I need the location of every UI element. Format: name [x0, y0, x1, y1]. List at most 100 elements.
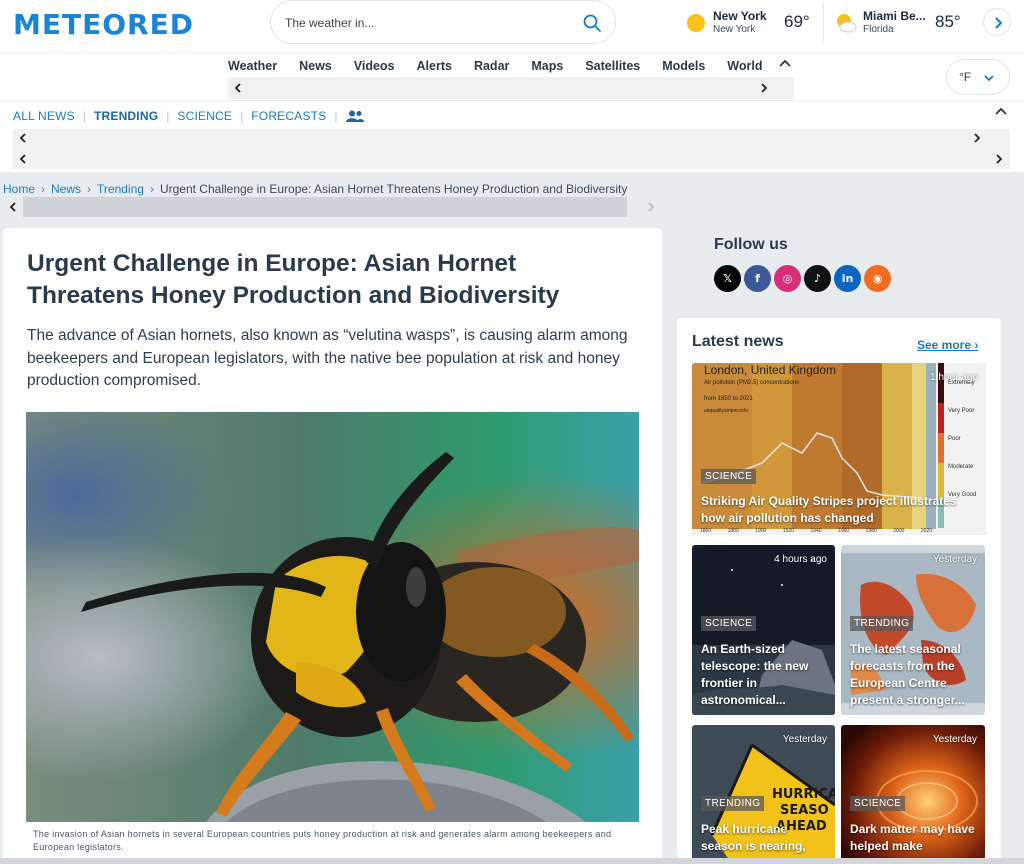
year-tick-label: 1920 — [782, 528, 794, 534]
chevron-left-icon[interactable] — [232, 82, 244, 94]
chevron-right-icon — [995, 17, 1003, 29]
facebook-icon[interactable]: f — [744, 265, 771, 292]
legend-item: Moderate — [948, 464, 974, 470]
sun-icon — [687, 14, 705, 32]
chevron-left-icon[interactable] — [17, 153, 29, 165]
location-city: New York — [713, 9, 767, 23]
location-city: Miami Be... — [863, 9, 926, 23]
chart-range: from 1850 to 2021 — [704, 396, 753, 402]
subnav-separator: | — [240, 109, 244, 123]
location-region: New York — [713, 24, 756, 35]
breadcrumb: Home › News › Trending › Urgent Challenge in E… — [3, 182, 657, 196]
breadcrumb-trending[interactable]: Trending — [97, 182, 144, 196]
legend-item: Very Poor — [948, 408, 975, 414]
instagram-icon[interactable]: ◎ — [774, 265, 801, 292]
breadcrumb-home[interactable]: Home — [3, 182, 35, 196]
year-tick-label: 1940 — [810, 528, 822, 534]
subnav-separator: | — [166, 109, 170, 123]
chevron-down-icon — [984, 75, 994, 82]
article-title: Urgent Challenge in Europe: Asian Hornet… — [27, 250, 560, 309]
locations-next-button[interactable] — [983, 8, 1011, 36]
article-lead: The advance of Asian hornets, also known… — [27, 327, 628, 389]
image-caption: The invasion of Asian hornets in several… — [33, 829, 612, 852]
chart-source: airqualitystripes.info — [704, 408, 749, 414]
chevron-right-icon[interactable] — [971, 132, 983, 144]
news-card[interactable]: 4 hours ago SCIENCE An Earth-sized teles… — [692, 545, 835, 715]
subnav-link-science[interactable]: SCIENCE — [177, 109, 232, 123]
chevron-right-icon[interactable] — [758, 82, 770, 94]
nav-item-weather[interactable]: Weather — [228, 59, 277, 73]
chart-subtitle: Air pollution (PM2.5) concentrations — [704, 380, 800, 386]
nav-item-models[interactable]: Models — [662, 59, 705, 73]
nav-item-alerts[interactable]: Alerts — [417, 59, 452, 73]
scrollbar-thumb[interactable] — [23, 197, 627, 217]
temperature-unit-select[interactable]: °F — [946, 59, 1010, 95]
latest-news-panel: Latest news See more › London, United Ki… — [677, 318, 1001, 864]
news-time: Yesterday — [932, 554, 977, 565]
sign-line: HURRICA — [772, 787, 835, 802]
breadcrumb-scrollbar[interactable] — [3, 197, 657, 217]
subnav-link-all-news[interactable]: ALL NEWS — [13, 109, 75, 123]
search-icon[interactable] — [582, 13, 602, 33]
social-links: 𝕏f ◎ ♪ in ◉ — [714, 265, 891, 292]
nav-item-satellites[interactable]: Satellites — [585, 59, 640, 73]
category-tag: SCIENCE — [850, 796, 906, 811]
subnav-link-forecasts[interactable]: FORECASTS — [251, 109, 326, 123]
main-nav: Weather News Videos Alerts Radar Maps Satellit… — [0, 52, 1024, 100]
year-tick-label: 1860 — [700, 528, 712, 534]
news-time: Yesterday — [782, 734, 827, 745]
news-time: 1 hour ago — [930, 372, 978, 383]
nav-item-world[interactable]: World — [727, 59, 762, 73]
location-new-york[interactable]: New York New York 69° — [685, 6, 815, 44]
breadcrumb-news[interactable]: News — [51, 182, 81, 196]
year-tick-label: 2000 — [893, 528, 905, 534]
rss-icon[interactable]: ◉ — [864, 265, 891, 292]
chevron-left-icon[interactable] — [7, 201, 19, 213]
chevron-left-icon[interactable] — [17, 132, 29, 144]
year-tick-label: 1960 — [838, 528, 850, 534]
chart-legend: Extremely Very Poor Poor Moderate Very G… — [948, 369, 976, 509]
news-title: Dark matter may have helped make — [850, 822, 975, 853]
breadcrumb-current: Urgent Challenge in Europe: Asian Hornet… — [159, 182, 628, 196]
chart-city: London, United Kingdom — [704, 363, 837, 377]
partly-cloudy-icon — [837, 14, 857, 33]
chevron-right-icon[interactable] — [645, 201, 657, 213]
news-card[interactable]: Yesterday SCIENCE Dark matter may have h… — [841, 725, 985, 864]
linkedin-icon[interactable]: in — [834, 265, 861, 292]
news-title: The latest seasonal forecasts from the E… — [850, 642, 965, 707]
nav-item-maps[interactable]: Maps — [531, 59, 563, 73]
meteored-logo[interactable]: METEORED — [13, 8, 194, 41]
news-time: Yesterday — [932, 734, 977, 745]
tiktok-icon[interactable]: ♪ — [804, 265, 831, 292]
x-icon[interactable]: 𝕏 — [714, 265, 741, 292]
chevron-up-icon[interactable] — [994, 105, 1008, 117]
nav-item-news[interactable]: News — [299, 59, 332, 73]
subnav-link-trending[interactable]: TRENDING — [94, 109, 158, 123]
news-card[interactable]: Yesterday TRENDING The latest seasonal f… — [841, 545, 985, 715]
news-card[interactable]: London, United Kingdom Air pollution (PM… — [692, 363, 986, 535]
news-title: Striking Air Quality Stripes project ill… — [701, 494, 957, 525]
category-tag: TRENDING — [701, 796, 765, 811]
see-more-link[interactable]: See more › — [917, 338, 978, 352]
chevron-right-icon: › — [41, 182, 46, 196]
news-sub-nav: ALL NEWS | TRENDING | SCIENCE | FORECASTS | — [0, 100, 1024, 172]
year-tick-label: 2020 — [920, 528, 932, 534]
nav-item-videos[interactable]: Videos — [354, 59, 395, 73]
authors-icon[interactable] — [345, 110, 364, 122]
chevron-right-icon[interactable] — [993, 153, 1005, 165]
location-temp: 85° — [935, 12, 961, 31]
chevron-right-icon: › — [149, 182, 154, 196]
category-tag: TRENDING — [850, 616, 914, 631]
news-card[interactable]: HURRICA SEASO AHEAD Yesterday TRENDING P… — [692, 725, 835, 864]
search-input[interactable] — [285, 12, 565, 34]
page-scrollbar[interactable] — [0, 858, 1024, 864]
main-nav-scrollbar[interactable] — [228, 77, 794, 99]
chevron-right-icon: › — [87, 182, 92, 196]
location-miami-beach[interactable]: Miami Be... Florida 85° — [835, 6, 975, 44]
sign-line: SEASO — [780, 803, 829, 818]
sub-nav-scrollbar[interactable] — [13, 129, 1010, 169]
search-box[interactable] — [270, 0, 616, 44]
see-more-label: See more — [917, 338, 972, 352]
chevron-up-icon[interactable] — [778, 57, 792, 69]
nav-item-radar[interactable]: Radar — [474, 59, 509, 73]
